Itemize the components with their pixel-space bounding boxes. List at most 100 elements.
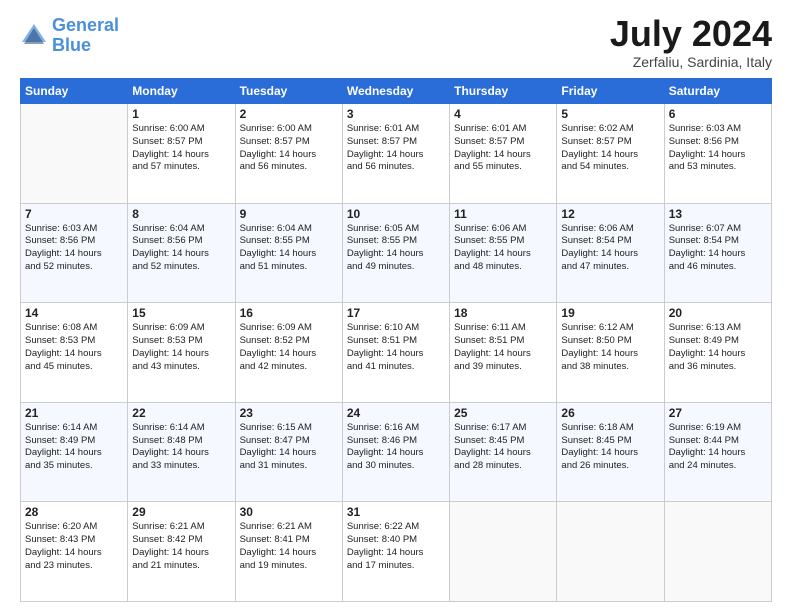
logo: General Blue [20, 16, 119, 56]
daylight-minutes: and 21 minutes. [132, 560, 230, 573]
sunset-time: Sunset: 8:55 PM [347, 235, 445, 248]
daylight-hours-label: Daylight: 14 hours [132, 447, 230, 460]
sunrise-time: Sunrise: 6:21 AM [240, 521, 338, 534]
calendar-cell: 29Sunrise: 6:21 AMSunset: 8:42 PMDayligh… [128, 502, 235, 602]
day-number: 1 [132, 107, 230, 121]
day-number: 16 [240, 306, 338, 320]
sunset-time: Sunset: 8:49 PM [669, 335, 767, 348]
daylight-hours-label: Daylight: 14 hours [25, 248, 123, 261]
sunset-time: Sunset: 8:51 PM [347, 335, 445, 348]
daylight-minutes: and 49 minutes. [347, 261, 445, 274]
daylight-hours-label: Daylight: 14 hours [669, 149, 767, 162]
daylight-minutes: and 39 minutes. [454, 361, 552, 374]
sunrise-time: Sunrise: 6:19 AM [669, 422, 767, 435]
sunrise-time: Sunrise: 6:04 AM [240, 223, 338, 236]
sunrise-time: Sunrise: 6:06 AM [561, 223, 659, 236]
daylight-minutes: and 55 minutes. [454, 161, 552, 174]
calendar-cell: 7Sunrise: 6:03 AMSunset: 8:56 PMDaylight… [21, 203, 128, 303]
daylight-hours-label: Daylight: 14 hours [240, 149, 338, 162]
sunrise-time: Sunrise: 6:00 AM [240, 123, 338, 136]
day-number: 30 [240, 505, 338, 519]
day-number: 25 [454, 406, 552, 420]
daylight-hours-label: Daylight: 14 hours [669, 447, 767, 460]
sunset-time: Sunset: 8:57 PM [132, 136, 230, 149]
sunset-time: Sunset: 8:43 PM [25, 534, 123, 547]
calendar-cell: 2Sunrise: 6:00 AMSunset: 8:57 PMDaylight… [235, 104, 342, 204]
day-number: 2 [240, 107, 338, 121]
daylight-hours-label: Daylight: 14 hours [454, 149, 552, 162]
logo-text: General Blue [52, 16, 119, 56]
daylight-minutes: and 54 minutes. [561, 161, 659, 174]
daylight-minutes: and 17 minutes. [347, 560, 445, 573]
calendar-cell [557, 502, 664, 602]
calendar-cell [664, 502, 771, 602]
sunrise-time: Sunrise: 6:22 AM [347, 521, 445, 534]
daylight-minutes: and 56 minutes. [347, 161, 445, 174]
calendar-cell: 31Sunrise: 6:22 AMSunset: 8:40 PMDayligh… [342, 502, 449, 602]
location: Zerfaliu, Sardinia, Italy [610, 54, 772, 70]
sunset-time: Sunset: 8:48 PM [132, 435, 230, 448]
sunset-time: Sunset: 8:56 PM [669, 136, 767, 149]
calendar-cell: 22Sunrise: 6:14 AMSunset: 8:48 PMDayligh… [128, 402, 235, 502]
day-number: 8 [132, 207, 230, 221]
day-number: 9 [240, 207, 338, 221]
calendar-week-row: 14Sunrise: 6:08 AMSunset: 8:53 PMDayligh… [21, 303, 772, 403]
daylight-minutes: and 52 minutes. [25, 261, 123, 274]
sunrise-time: Sunrise: 6:03 AM [25, 223, 123, 236]
sunrise-time: Sunrise: 6:06 AM [454, 223, 552, 236]
daylight-minutes: and 42 minutes. [240, 361, 338, 374]
daylight-minutes: and 47 minutes. [561, 261, 659, 274]
day-number: 4 [454, 107, 552, 121]
day-number: 11 [454, 207, 552, 221]
day-header-friday: Friday [557, 79, 664, 104]
sunrise-time: Sunrise: 6:12 AM [561, 322, 659, 335]
daylight-hours-label: Daylight: 14 hours [561, 248, 659, 261]
daylight-hours-label: Daylight: 14 hours [347, 248, 445, 261]
daylight-hours-label: Daylight: 14 hours [132, 547, 230, 560]
day-number: 13 [669, 207, 767, 221]
sunrise-time: Sunrise: 6:16 AM [347, 422, 445, 435]
sunrise-time: Sunrise: 6:13 AM [669, 322, 767, 335]
daylight-minutes: and 36 minutes. [669, 361, 767, 374]
sunrise-time: Sunrise: 6:09 AM [240, 322, 338, 335]
daylight-hours-label: Daylight: 14 hours [132, 248, 230, 261]
daylight-hours-label: Daylight: 14 hours [561, 348, 659, 361]
sunset-time: Sunset: 8:53 PM [25, 335, 123, 348]
calendar-cell: 30Sunrise: 6:21 AMSunset: 8:41 PMDayligh… [235, 502, 342, 602]
calendar-cell: 17Sunrise: 6:10 AMSunset: 8:51 PMDayligh… [342, 303, 449, 403]
daylight-hours-label: Daylight: 14 hours [454, 447, 552, 460]
daylight-hours-label: Daylight: 14 hours [240, 248, 338, 261]
daylight-minutes: and 53 minutes. [669, 161, 767, 174]
daylight-minutes: and 31 minutes. [240, 460, 338, 473]
daylight-minutes: and 26 minutes. [561, 460, 659, 473]
sunset-time: Sunset: 8:46 PM [347, 435, 445, 448]
logo-icon [20, 22, 48, 50]
calendar-cell: 26Sunrise: 6:18 AMSunset: 8:45 PMDayligh… [557, 402, 664, 502]
calendar-cell: 15Sunrise: 6:09 AMSunset: 8:53 PMDayligh… [128, 303, 235, 403]
sunrise-time: Sunrise: 6:11 AM [454, 322, 552, 335]
sunset-time: Sunset: 8:47 PM [240, 435, 338, 448]
calendar-cell: 11Sunrise: 6:06 AMSunset: 8:55 PMDayligh… [450, 203, 557, 303]
calendar-week-row: 28Sunrise: 6:20 AMSunset: 8:43 PMDayligh… [21, 502, 772, 602]
daylight-hours-label: Daylight: 14 hours [240, 547, 338, 560]
calendar-cell: 20Sunrise: 6:13 AMSunset: 8:49 PMDayligh… [664, 303, 771, 403]
day-number: 24 [347, 406, 445, 420]
daylight-minutes: and 23 minutes. [25, 560, 123, 573]
sunset-time: Sunset: 8:57 PM [561, 136, 659, 149]
day-number: 26 [561, 406, 659, 420]
calendar-cell: 28Sunrise: 6:20 AMSunset: 8:43 PMDayligh… [21, 502, 128, 602]
sunset-time: Sunset: 8:52 PM [240, 335, 338, 348]
daylight-hours-label: Daylight: 14 hours [347, 547, 445, 560]
sunset-time: Sunset: 8:53 PM [132, 335, 230, 348]
sunset-time: Sunset: 8:51 PM [454, 335, 552, 348]
sunset-time: Sunset: 8:55 PM [454, 235, 552, 248]
sunset-time: Sunset: 8:50 PM [561, 335, 659, 348]
daylight-minutes: and 51 minutes. [240, 261, 338, 274]
day-header-saturday: Saturday [664, 79, 771, 104]
sunrise-time: Sunrise: 6:20 AM [25, 521, 123, 534]
daylight-minutes: and 33 minutes. [132, 460, 230, 473]
day-number: 31 [347, 505, 445, 519]
day-header-thursday: Thursday [450, 79, 557, 104]
page: General Blue July 2024 Zerfaliu, Sardini… [0, 0, 792, 612]
calendar-week-row: 7Sunrise: 6:03 AMSunset: 8:56 PMDaylight… [21, 203, 772, 303]
